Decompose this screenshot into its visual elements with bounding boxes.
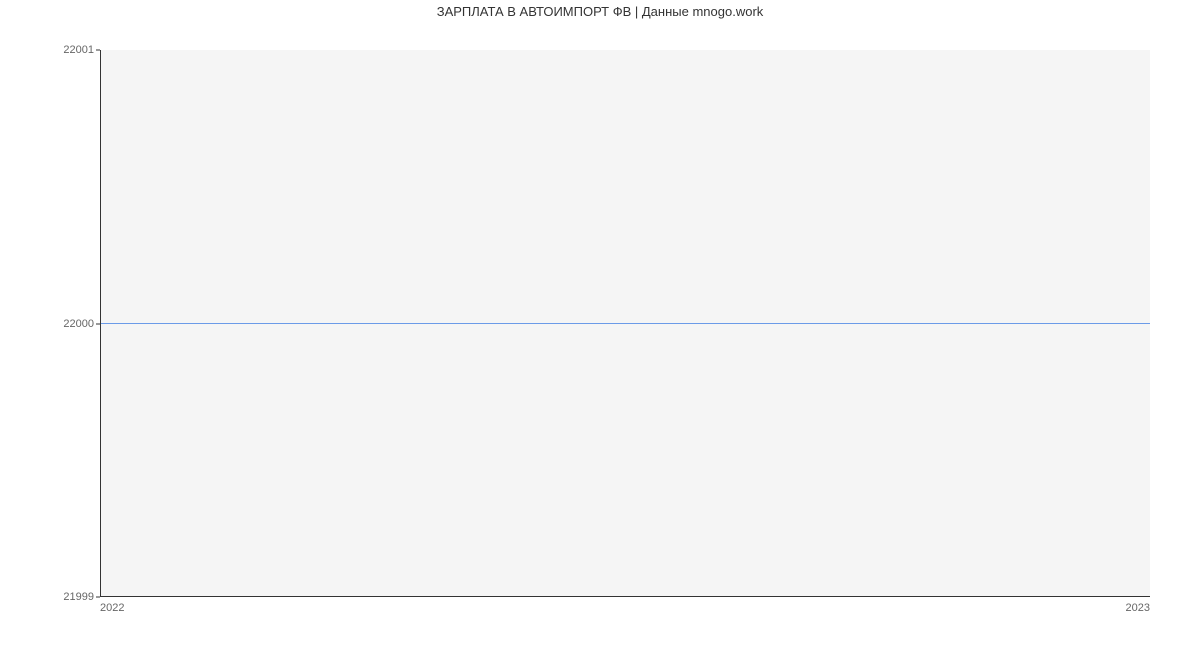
y-tick-label: 22000 xyxy=(63,318,94,330)
x-tick-label: 2023 xyxy=(1126,602,1150,614)
x-tick-label: 2022 xyxy=(100,602,124,614)
data-line xyxy=(101,323,1150,324)
plot-area xyxy=(100,50,1150,597)
y-tick-label: 22001 xyxy=(63,44,94,56)
chart-container: ЗАРПЛАТА В АВТОИМПОРТ ФВ | Данные mnogo.… xyxy=(0,0,1200,650)
y-tick-label: 21999 xyxy=(63,591,94,603)
chart-title: ЗАРПЛАТА В АВТОИМПОРТ ФВ | Данные mnogo.… xyxy=(0,4,1200,19)
